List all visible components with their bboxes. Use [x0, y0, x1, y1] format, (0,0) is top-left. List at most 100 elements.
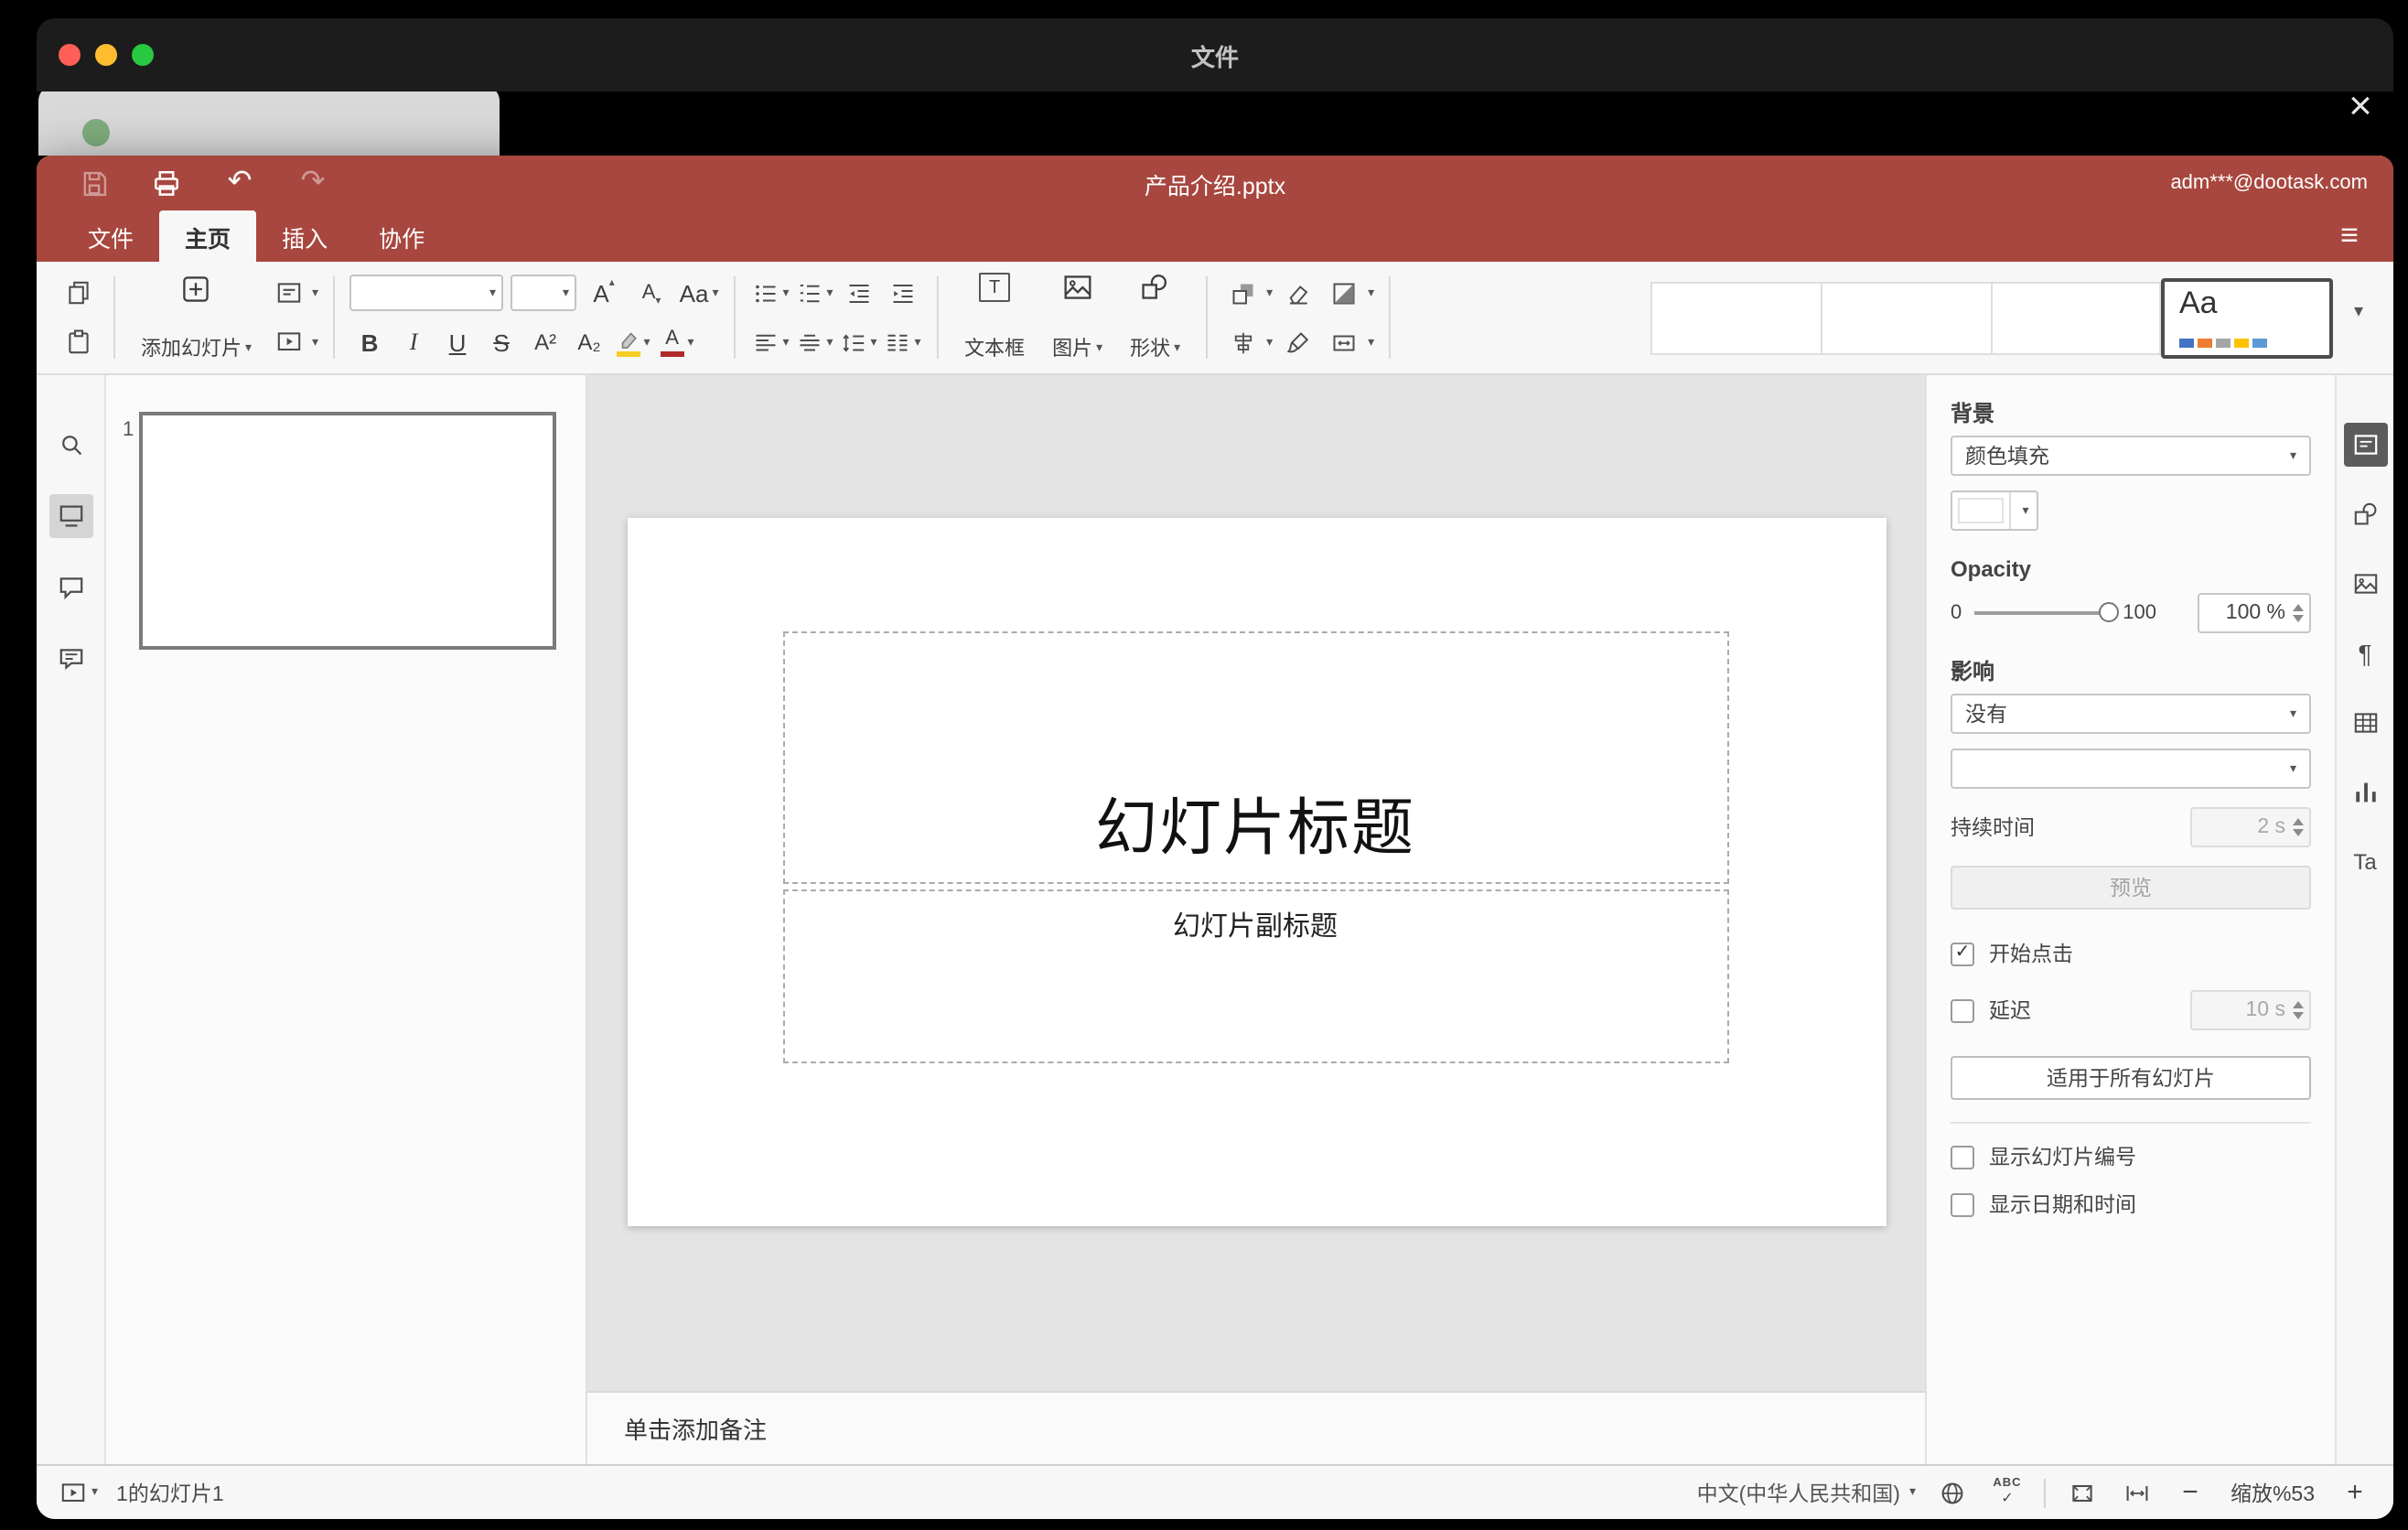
- slide-canvas[interactable]: 幻灯片标题 幻灯片副标题: [587, 375, 1925, 1391]
- decrease-indent-button[interactable]: [838, 273, 878, 313]
- tab-insert[interactable]: 插入: [256, 210, 353, 262]
- spinner-arrows[interactable]: [2293, 604, 2309, 622]
- table-settings-tab[interactable]: [2343, 701, 2387, 745]
- theme-option[interactable]: [1650, 281, 1821, 354]
- paragraph-settings-tab[interactable]: ¶: [2343, 631, 2387, 675]
- chat-button[interactable]: [48, 637, 92, 681]
- show-slide-number-row[interactable]: 显示幻灯片编号: [1951, 1142, 2311, 1171]
- effect-select[interactable]: 没有 ▾: [1951, 694, 2311, 734]
- vertical-align-button[interactable]: ▾: [794, 322, 834, 362]
- arrange-shape-button[interactable]: [1222, 273, 1263, 313]
- add-slide-button[interactable]: 添加幻灯片 ▾: [130, 271, 263, 364]
- columns-button[interactable]: ▾: [882, 322, 922, 362]
- increase-font-button[interactable]: A ▴: [584, 273, 624, 313]
- subtitle-placeholder[interactable]: 幻灯片副标题: [782, 889, 1728, 1063]
- copy-button[interactable]: [59, 273, 99, 313]
- fill-color-button[interactable]: [1324, 273, 1364, 313]
- slides-panel-button[interactable]: [48, 494, 92, 538]
- insert-image-button[interactable]: 图片 ▾: [1041, 271, 1113, 364]
- fit-to-slide-button[interactable]: [2064, 1474, 2101, 1511]
- theme-gallery-expand-button[interactable]: ▾: [2338, 271, 2379, 351]
- slide-settings-icon: [2353, 435, 2377, 455]
- copy-style-button[interactable]: [1278, 322, 1318, 362]
- duration-input[interactable]: 2 s: [2190, 807, 2311, 847]
- close-icon[interactable]: ×: [2335, 81, 2386, 132]
- slide[interactable]: 幻灯片标题 幻灯片副标题: [627, 518, 1886, 1226]
- italic-button[interactable]: I: [393, 322, 434, 362]
- fit-to-width-button[interactable]: [2119, 1474, 2155, 1511]
- opacity-slider[interactable]: [1974, 602, 2120, 622]
- change-case-button[interactable]: Aa ▾: [679, 273, 719, 313]
- underline-button[interactable]: U: [437, 322, 478, 362]
- delay-checkbox-row[interactable]: 延迟: [1951, 996, 2031, 1025]
- paste-button[interactable]: [59, 322, 99, 362]
- slide-layout-button[interactable]: [268, 273, 308, 313]
- undo-button[interactable]: ↶: [220, 163, 260, 203]
- line-spacing-button[interactable]: ▾: [838, 322, 878, 362]
- theme-option[interactable]: [1821, 281, 1991, 354]
- slide-size-button[interactable]: [1324, 322, 1364, 362]
- preview-button[interactable]: 预览: [1951, 866, 2311, 910]
- superscript-button[interactable]: A²: [525, 322, 565, 362]
- checkbox-checked[interactable]: ✓: [1951, 942, 1974, 965]
- set-language-button[interactable]: [1934, 1474, 1971, 1511]
- theme-option-selected[interactable]: Aa: [2161, 277, 2333, 358]
- horizontal-align-button[interactable]: ▾: [750, 322, 790, 362]
- opacity-input[interactable]: 100 %: [2198, 593, 2311, 633]
- apply-to-all-slides-button[interactable]: 适用于所有幻灯片: [1951, 1056, 2311, 1100]
- font-name-select[interactable]: ▾: [349, 275, 504, 311]
- subscript-button[interactable]: A₂: [569, 322, 609, 362]
- notes-area[interactable]: 单击添加备注: [587, 1391, 1925, 1464]
- strikethrough-button[interactable]: S: [481, 322, 521, 362]
- align-shape-button[interactable]: [1222, 322, 1263, 362]
- shape-settings-tab[interactable]: [2343, 492, 2387, 536]
- slide-thumbnail[interactable]: [139, 412, 556, 650]
- checkbox-unchecked[interactable]: [1951, 1192, 1974, 1216]
- image-settings-tab[interactable]: [2343, 562, 2387, 606]
- font-color-button[interactable]: A ▾: [657, 322, 697, 362]
- background-fill-select[interactable]: 颜色填充 ▾: [1951, 436, 2311, 476]
- clear-style-button[interactable]: [1278, 273, 1318, 313]
- title-placeholder[interactable]: 幻灯片标题: [782, 631, 1728, 884]
- comments-button[interactable]: [48, 566, 92, 609]
- tab-home[interactable]: 主页: [159, 210, 257, 262]
- bold-button[interactable]: B: [349, 322, 390, 362]
- show-date-time-row[interactable]: 显示日期和时间: [1951, 1190, 2311, 1219]
- slider-knob[interactable]: [2099, 602, 2120, 622]
- tab-collaboration[interactable]: 协作: [353, 210, 450, 262]
- slide-settings-tab[interactable]: [2343, 423, 2387, 467]
- redo-button[interactable]: ↷: [293, 163, 333, 203]
- close-traffic-button[interactable]: [59, 44, 81, 66]
- hamburger-menu-button[interactable]: ≡: [2324, 210, 2375, 262]
- effect-variant-select[interactable]: ▾: [1951, 749, 2311, 789]
- language-select[interactable]: 中文(中华人民共和国) ▾: [1697, 1478, 1916, 1507]
- theme-option[interactable]: [1991, 281, 2161, 354]
- checkbox-unchecked[interactable]: [1951, 998, 1974, 1022]
- insert-textbox-button[interactable]: T 文本框: [953, 271, 1036, 364]
- start-slideshow-button[interactable]: [268, 322, 308, 362]
- minimize-traffic-button[interactable]: [95, 44, 117, 66]
- save-button[interactable]: [73, 163, 113, 203]
- textart-settings-tab[interactable]: Ta: [2343, 840, 2387, 884]
- print-button[interactable]: [146, 163, 187, 203]
- zoom-out-button[interactable]: −: [2174, 1476, 2207, 1509]
- increase-indent-button[interactable]: [882, 273, 922, 313]
- tab-file[interactable]: 文件: [62, 210, 159, 262]
- decrease-font-button[interactable]: A ▾: [631, 273, 672, 313]
- bullet-list-button[interactable]: ▾: [750, 273, 790, 313]
- insert-shape-button[interactable]: 形状 ▾: [1119, 271, 1191, 364]
- search-button[interactable]: [48, 423, 92, 467]
- start-slideshow-status-button[interactable]: ▾: [59, 1478, 98, 1507]
- highlight-color-button[interactable]: ▾: [613, 322, 653, 362]
- start-on-click-checkbox-row[interactable]: ✓ 开始点击: [1951, 939, 2311, 968]
- chart-settings-tab[interactable]: [2343, 770, 2387, 814]
- checkbox-unchecked[interactable]: [1951, 1145, 1974, 1169]
- zoom-in-button[interactable]: +: [2338, 1476, 2371, 1509]
- fullscreen-traffic-button[interactable]: [132, 44, 154, 66]
- numbered-list-button[interactable]: ▾: [794, 273, 834, 313]
- save-icon: [82, 170, 106, 196]
- font-size-select[interactable]: ▾: [511, 275, 577, 311]
- spell-check-button[interactable]: ABC ✓: [1989, 1474, 2026, 1511]
- delay-input[interactable]: 10 s: [2190, 990, 2311, 1030]
- background-color-picker[interactable]: ▾: [1951, 490, 2038, 531]
